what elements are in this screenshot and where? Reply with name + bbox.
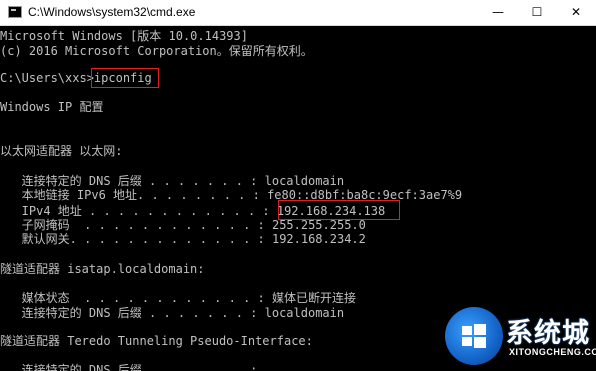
watermark-brand: 系统城 [506,318,590,349]
console-line: 连接特定的 DNS 后缀 . . . . . . . : [0,363,258,371]
site-watermark: 系统城 XITONGCHENG.COM [443,303,596,371]
console-line: Windows IP 配置 [0,100,104,114]
console-line: 媒体状态 . . . . . . . . . . . . : 媒体已断开连接 [0,291,356,305]
console-line: 连接特定的 DNS 后缀 . . . . . . . : localdomain [0,306,345,320]
maximize-button[interactable]: ☐ [515,0,559,25]
console-line: 本地链接 IPv6 地址. . . . . . . . : fe80::d8bf… [0,188,463,202]
prompt-line: C:\Users\xxs>ipconfig [0,71,152,85]
watermark-url: XITONGCHENG.COM [509,347,596,357]
console-line: (c) 2016 Microsoft Corporation。保留所有权利。 [0,44,313,58]
close-button[interactable]: ✕ [554,0,596,25]
cmd-window: C:\Windows\system32\cmd.exe — ☐ ✕ Micros… [0,0,596,371]
section-heading: 隧道适配器 isatap.localdomain: [0,262,205,276]
console-line: 默认网关. . . . . . . . . . . . . : 192.168.… [0,232,366,246]
cmd-app-icon [8,6,22,18]
section-heading: 隧道适配器 Teredo Tunneling Pseudo-Interface: [0,334,313,348]
windows-logo-icon [445,307,503,365]
minimize-button[interactable]: — [476,0,520,25]
title-bar[interactable]: C:\Windows\system32\cmd.exe — ☐ ✕ [0,0,596,26]
section-heading: 以太网适配器 以太网: [0,144,123,158]
window-title: C:\Windows\system32\cmd.exe [28,5,196,19]
console-line: Microsoft Windows [版本 10.0.14393] [0,29,248,43]
